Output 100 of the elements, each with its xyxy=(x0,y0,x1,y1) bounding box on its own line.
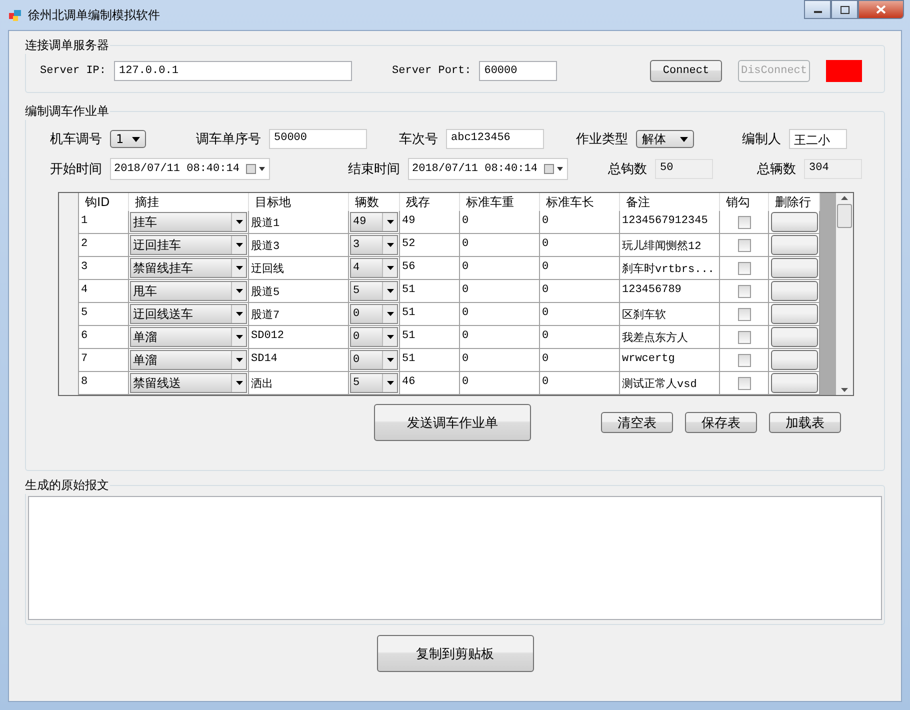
checkbox[interactable] xyxy=(738,284,750,298)
field-label: 总辆数 xyxy=(757,161,796,178)
connect-button[interactable]: Connect xyxy=(650,60,722,82)
table-cell: 股道7 xyxy=(249,303,349,326)
delete-row-button[interactable] xyxy=(770,304,818,324)
table-cell: wrwcertg xyxy=(620,349,720,372)
caret-icon xyxy=(386,335,394,339)
dropdown[interactable]: 禁留线送 xyxy=(130,373,247,393)
dropdown[interactable]: 5 xyxy=(350,373,398,393)
field-label: 机车调号 xyxy=(50,131,102,148)
dropdown[interactable]: 迂回线送车 xyxy=(130,304,247,324)
field-label: 编制人 xyxy=(742,131,781,148)
table-cell: 玩儿绯闻恻然12 xyxy=(620,234,720,257)
scroll-thumb[interactable] xyxy=(837,204,852,228)
table-cell: 5 xyxy=(79,303,129,326)
dropdown[interactable]: 挂车 xyxy=(130,212,247,232)
group-title: 生成的原始报文 xyxy=(24,477,110,494)
minimize-button[interactable] xyxy=(804,0,831,19)
table-action-button[interactable]: 保存表 xyxy=(685,412,757,433)
table-cell: 8 xyxy=(79,372,129,395)
text-field[interactable]: 50000 xyxy=(269,129,367,149)
table-cell: 7 xyxy=(79,349,129,372)
table-cell: 51 xyxy=(400,280,460,303)
table-cell: 51 xyxy=(400,303,460,326)
row-header[interactable] xyxy=(59,372,79,395)
dropdown[interactable]: 0 xyxy=(350,304,398,324)
caret-icon xyxy=(236,312,242,316)
dropdown[interactable]: 0 xyxy=(350,350,398,370)
caret-icon xyxy=(236,266,242,270)
dropdown[interactable]: 单溜 xyxy=(130,350,247,370)
calendar-icon xyxy=(246,164,266,174)
port-field[interactable]: 60000 xyxy=(479,61,558,81)
table-cell: 6 xyxy=(79,326,129,349)
table-cell: 测试正常人vsd xyxy=(620,372,720,395)
dropdown[interactable]: 1 xyxy=(110,130,146,148)
dropdown[interactable]: 甩车 xyxy=(130,281,247,301)
text-field[interactable]: 王二小 xyxy=(789,129,847,149)
checkbox[interactable] xyxy=(738,354,750,366)
table-cell: 49 xyxy=(400,211,460,234)
delete-row-button[interactable] xyxy=(770,373,818,393)
dropdown[interactable]: 解体 xyxy=(636,130,694,148)
table-cell: 0 xyxy=(460,257,540,280)
field-label: 总钩数 xyxy=(608,161,647,178)
close-button[interactable] xyxy=(858,0,904,19)
ip-field[interactable]: 127.0.0.1 xyxy=(114,61,352,81)
caret-icon xyxy=(680,136,688,142)
table-cell: 我差点东方人 xyxy=(620,326,720,349)
caret-icon xyxy=(386,381,394,385)
checkbox[interactable] xyxy=(738,308,750,320)
delete-row-button[interactable] xyxy=(770,350,818,370)
table-action-button[interactable]: 加载表 xyxy=(769,412,841,433)
table-cell: 0 xyxy=(460,326,540,349)
text-field[interactable]: abc123456 xyxy=(446,129,544,149)
dropdown[interactable]: 5 xyxy=(350,281,398,301)
checkbox[interactable] xyxy=(738,238,750,252)
dropdown[interactable]: 单溜 xyxy=(130,327,247,347)
delete-row-button[interactable] xyxy=(770,258,818,278)
dropdown[interactable]: 4 xyxy=(350,258,398,278)
field-label: Server IP: xyxy=(40,65,106,77)
checkbox[interactable] xyxy=(738,216,750,228)
caret-icon xyxy=(386,358,394,362)
dropdown[interactable]: 禁留线挂车 xyxy=(130,258,247,278)
table-action-button[interactable]: 清空表 xyxy=(601,412,673,433)
dropdown[interactable]: 0 xyxy=(350,327,398,347)
checkbox[interactable] xyxy=(738,376,750,390)
table-cell: SD14 xyxy=(249,349,349,372)
table-cell: 0 xyxy=(460,349,540,372)
delete-row-button[interactable] xyxy=(770,235,818,255)
maximize-button[interactable] xyxy=(831,0,858,19)
dropdown[interactable]: 49 xyxy=(350,212,398,232)
copy-button[interactable]: 复制到剪贴板 xyxy=(376,635,534,672)
caret-icon xyxy=(386,289,394,293)
scroll-up-icon[interactable] xyxy=(841,196,848,200)
delete-row-button[interactable] xyxy=(770,327,818,347)
table-cell: 迂回线 xyxy=(249,257,349,280)
caret-icon xyxy=(386,266,394,270)
table-cell: 1 xyxy=(79,211,129,234)
table-cell: 0 xyxy=(460,303,540,326)
send-button[interactable]: 发送调车作业单 xyxy=(374,404,531,441)
field-label: 调车单序号 xyxy=(196,131,261,148)
field-label: Server Port: xyxy=(392,65,472,77)
checkbox[interactable] xyxy=(738,262,750,274)
table-cell: 0 xyxy=(460,372,540,395)
delete-row-button[interactable] xyxy=(770,212,818,232)
delete-row-button[interactable] xyxy=(770,281,818,301)
scrollbar[interactable] xyxy=(836,193,853,395)
caret-icon xyxy=(386,243,394,247)
dropdown[interactable]: 3 xyxy=(350,235,398,255)
table-cell: 123456789 xyxy=(620,280,720,303)
caret-icon xyxy=(386,312,394,316)
dropdown[interactable]: 迂回挂车 xyxy=(130,235,247,255)
group-title: 连接调单服务器 xyxy=(24,37,110,54)
date-picker[interactable]: 2018/07/11 08:40:14 xyxy=(408,158,568,180)
checkbox[interactable] xyxy=(738,330,750,344)
field-label: 作业类型 xyxy=(576,131,628,148)
date-picker[interactable]: 2018/07/11 08:40:14 xyxy=(110,158,270,180)
scroll-down-icon[interactable] xyxy=(841,388,848,392)
table-cell: 0 xyxy=(460,234,540,257)
caret-icon xyxy=(236,243,242,247)
table-cell: 0 xyxy=(540,372,620,395)
